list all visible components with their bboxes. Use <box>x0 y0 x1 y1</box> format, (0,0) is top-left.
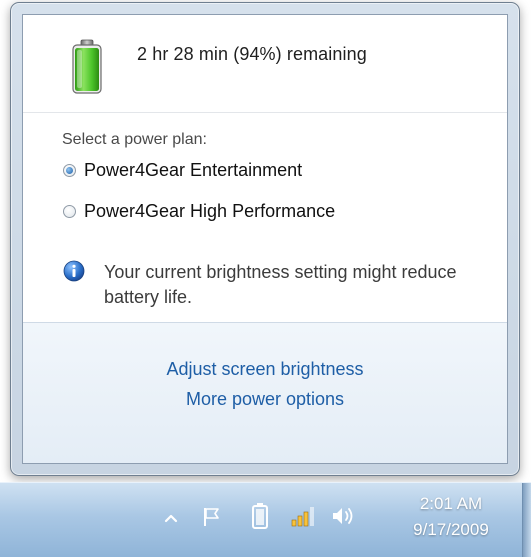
battery-icon[interactable] <box>251 502 269 530</box>
plan-option-high-performance[interactable]: Power4Gear High Performance <box>63 200 335 222</box>
clock-time: 2:01 AM <box>419 494 483 513</box>
info-icon <box>63 260 85 282</box>
action-center-flag-icon[interactable] <box>201 506 223 528</box>
power-plan-heading: Select a power plan: <box>62 131 207 148</box>
power-plan-section: Select a power plan: Power4Gear Entertai… <box>23 113 507 322</box>
power-flyout-panel: 2 hr 28 min (94%) remaining Select a pow… <box>22 14 508 464</box>
show-hidden-icons-chevron-icon[interactable] <box>163 510 179 526</box>
volume-icon[interactable] <box>330 504 358 528</box>
brightness-warning-text: Your current brightness setting might re… <box>104 262 457 307</box>
power-flyout: 2 hr 28 min (94%) remaining Select a pow… <box>10 2 520 476</box>
show-desktop-button[interactable] <box>522 483 531 557</box>
adjust-brightness-link[interactable]: Adjust screen brightness <box>23 359 507 380</box>
battery-charged-icon <box>72 39 102 94</box>
taskbar-clock[interactable]: 2:01 AM 9/17/2009 <box>392 493 510 541</box>
network-signal-icon[interactable] <box>290 504 316 528</box>
clock-date: 9/17/2009 <box>413 520 489 539</box>
power-links-section: Adjust screen brightness More power opti… <box>23 322 507 463</box>
plan-radio-high-performance[interactable] <box>63 204 76 218</box>
plan-label-entertainment: Power4Gear Entertainment <box>84 160 303 180</box>
battery-remaining-text: 2 hr 28 min (94%) remaining <box>137 44 367 64</box>
plan-option-entertainment[interactable]: Power4Gear Entertainment <box>63 159 302 181</box>
more-power-options-link[interactable]: More power options <box>23 389 507 410</box>
taskbar: 2:01 AM 9/17/2009 <box>0 482 531 557</box>
battery-status-section: 2 hr 28 min (94%) remaining <box>23 15 507 113</box>
plan-radio-entertainment[interactable] <box>63 163 76 177</box>
plan-label-high-performance: Power4Gear High Performance <box>84 201 336 221</box>
